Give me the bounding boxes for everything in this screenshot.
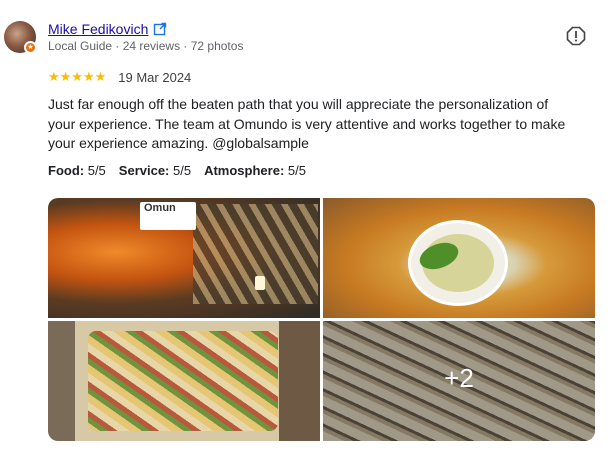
photo-fried-fish[interactable] [323,198,595,318]
report-icon[interactable] [566,26,586,46]
review-date: 19 Mar 2024 [118,69,192,85]
photo-pasta[interactable]: +2 [323,321,595,441]
rating-row: ★★★★★ 19 Mar 2024 [48,69,191,85]
local-guide-badge-icon: ★ [24,41,37,54]
author-name-row: Mike Fedikovich [48,21,167,37]
review-text: Just far enough off the beaten path that… [48,96,566,151]
photo-flatbread[interactable] [48,321,320,441]
photo-drink[interactable]: Omun [48,198,320,318]
attribute-atmosphere: Atmosphere: 5/5 [204,163,306,178]
restaurant-sign: Omun [140,202,196,230]
more-photos-count[interactable]: +2 [323,363,595,394]
external-link-icon[interactable] [153,22,167,36]
star-rating: ★★★★★ [48,69,107,84]
flatbread-toppings [88,331,278,431]
attribute-ratings: Food: 5/5 Service: 5/5 Atmosphere: 5/5 [48,163,306,178]
lamp-light [255,276,265,290]
attribute-food: Food: 5/5 [48,163,106,178]
photo-grid: Omun +2 [48,198,595,441]
attribute-service: Service: 5/5 [118,163,192,178]
author-name-link[interactable]: Mike Fedikovich [48,21,148,37]
author-meta: Local Guide · 24 reviews · 72 photos [48,39,244,53]
